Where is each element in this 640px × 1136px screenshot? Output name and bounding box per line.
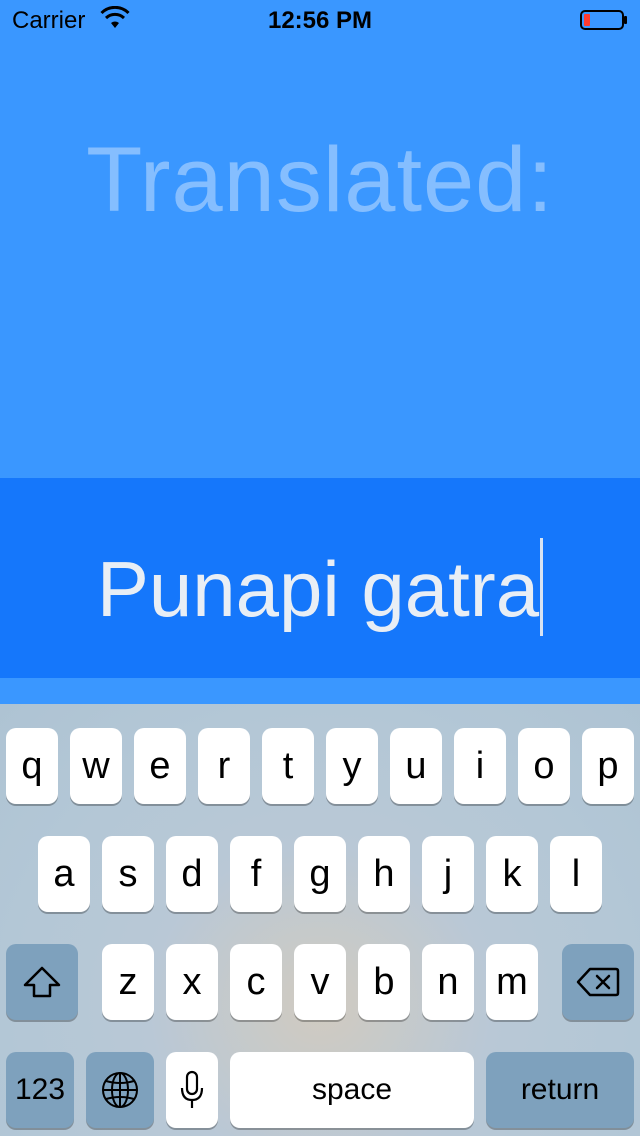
- key-u[interactable]: u: [390, 728, 442, 804]
- status-time: 12:56 PM: [267, 7, 373, 34]
- key-label: h: [373, 852, 395, 895]
- shift-icon: [23, 966, 61, 998]
- key-z[interactable]: z: [102, 944, 154, 1020]
- key-label: e: [149, 744, 171, 787]
- key-label: c: [246, 960, 266, 1003]
- key-label: g: [309, 852, 331, 895]
- key-i[interactable]: i: [454, 728, 506, 804]
- key-e[interactable]: e: [134, 728, 186, 804]
- numbers-key[interactable]: 123: [6, 1052, 74, 1128]
- key-p[interactable]: p: [582, 728, 634, 804]
- text-caret: [540, 538, 544, 636]
- key-v[interactable]: v: [294, 944, 346, 1020]
- status-bar: Carrier 12:56 PM: [0, 0, 640, 40]
- key-label: w: [82, 744, 110, 787]
- space-key[interactable]: space: [230, 1052, 474, 1128]
- key-label: o: [533, 744, 555, 787]
- keyboard: q w e r t y u i o p a s d f g h j k l z …: [0, 704, 640, 1136]
- key-label: t: [282, 744, 294, 787]
- key-m[interactable]: m: [486, 944, 538, 1020]
- backspace-key[interactable]: [562, 944, 634, 1020]
- page-title: Translated:: [86, 129, 554, 231]
- key-w[interactable]: w: [70, 728, 122, 804]
- key-label: v: [310, 960, 330, 1003]
- microphone-icon: [180, 1070, 204, 1108]
- key-label: m: [496, 960, 528, 1003]
- return-key[interactable]: return: [486, 1052, 634, 1128]
- key-label: p: [597, 744, 619, 787]
- key-label: f: [250, 852, 262, 895]
- key-label: d: [181, 852, 203, 895]
- key-o[interactable]: o: [518, 728, 570, 804]
- key-label: y: [342, 744, 362, 787]
- key-t[interactable]: t: [262, 728, 314, 804]
- key-label: l: [571, 852, 581, 895]
- key-r[interactable]: r: [198, 728, 250, 804]
- key-label: n: [437, 960, 459, 1003]
- key-c[interactable]: c: [230, 944, 282, 1020]
- key-q[interactable]: q: [6, 728, 58, 804]
- key-x[interactable]: x: [166, 944, 218, 1020]
- backspace-icon: [576, 967, 620, 997]
- key-label: i: [475, 744, 485, 787]
- key-a[interactable]: a: [38, 836, 90, 912]
- key-label: space: [311, 1073, 393, 1106]
- key-j[interactable]: j: [422, 836, 474, 912]
- key-label: z: [118, 960, 138, 1003]
- key-s[interactable]: s: [102, 836, 154, 912]
- key-label: 123: [14, 1073, 66, 1106]
- key-label: j: [443, 852, 453, 895]
- key-label: u: [405, 744, 427, 787]
- globe-key[interactable]: [86, 1052, 154, 1128]
- key-b[interactable]: b: [358, 944, 410, 1020]
- key-d[interactable]: d: [166, 836, 218, 912]
- key-k[interactable]: k: [486, 836, 538, 912]
- text-input[interactable]: Punapi gatra: [0, 538, 640, 636]
- key-label: r: [217, 744, 231, 787]
- battery-icon: [580, 10, 627, 30]
- key-label: k: [502, 852, 522, 895]
- globe-icon: [102, 1072, 138, 1108]
- key-g[interactable]: g: [294, 836, 346, 912]
- key-n[interactable]: n: [422, 944, 474, 1020]
- key-y[interactable]: y: [326, 728, 378, 804]
- shift-key[interactable]: [6, 944, 78, 1020]
- key-label: q: [21, 744, 43, 787]
- input-value: Punapi gatra: [96, 545, 540, 633]
- key-l[interactable]: l: [550, 836, 602, 912]
- key-h[interactable]: h: [358, 836, 410, 912]
- key-label: b: [373, 960, 395, 1003]
- key-label: return: [520, 1073, 600, 1106]
- key-f[interactable]: f: [230, 836, 282, 912]
- key-label: x: [182, 960, 202, 1003]
- key-label: s: [118, 852, 138, 895]
- dictation-key[interactable]: [166, 1052, 218, 1128]
- key-label: a: [53, 852, 75, 895]
